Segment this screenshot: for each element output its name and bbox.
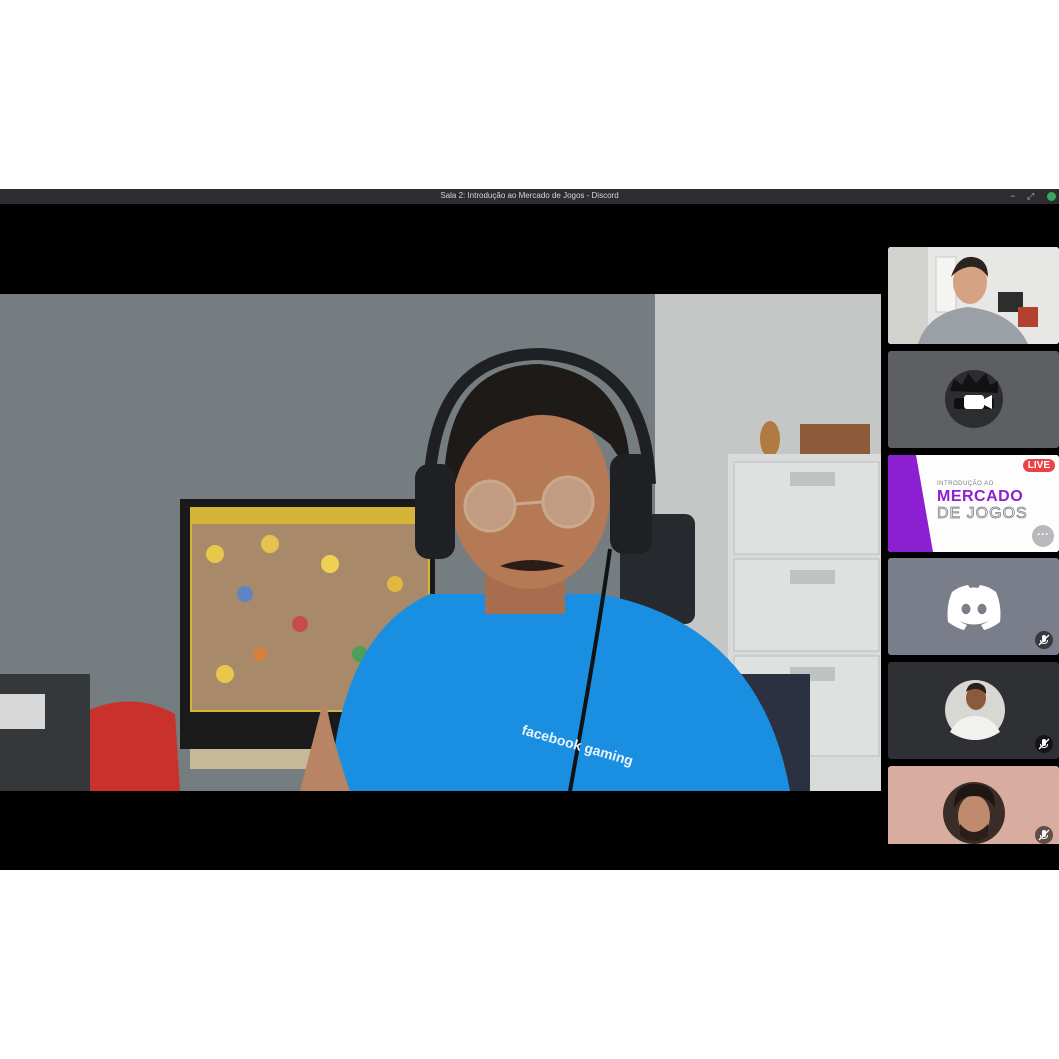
live-badge: LIVE	[1022, 459, 1055, 472]
muted-icon	[1035, 631, 1053, 649]
discord-window: Sala 2: Introdução ao Mercado de Jogos -…	[0, 189, 1059, 870]
presenter-video-frame	[0, 294, 881, 791]
banner-small-text: INTRODUÇÃO AO	[937, 481, 994, 487]
more-options-button[interactable]: ···	[1032, 525, 1054, 547]
participant-tile-2[interactable]	[888, 351, 1059, 448]
participant-video-frame	[888, 247, 1059, 344]
minimize-button[interactable]: −	[1010, 190, 1015, 202]
discord-logo-icon	[947, 585, 1001, 630]
title-bar: Sala 2: Introdução ao Mercado de Jogos -…	[0, 189, 1059, 204]
banner-title-line2: DE JOGOS	[937, 505, 1028, 523]
participant-tile-5[interactable]	[888, 662, 1059, 759]
main-video-stream[interactable]: facebook gaming	[0, 294, 881, 791]
window-title: Sala 2: Introdução ao Mercado de Jogos -…	[440, 191, 619, 200]
participant-tile-camera-1[interactable]	[888, 247, 1059, 344]
participant-tile-stream[interactable]: LIVE INTRODUÇÃO AO MERCADO DE JOGOS ···	[888, 455, 1059, 552]
glasses-avatar-icon	[945, 370, 1003, 428]
user-photo-icon	[945, 680, 1005, 740]
participant-tile-4[interactable]	[888, 558, 1059, 655]
user-photo-icon	[943, 782, 1005, 844]
muted-icon	[1035, 735, 1053, 753]
participant-tile-6[interactable]	[888, 766, 1059, 844]
close-button[interactable]	[1047, 192, 1056, 201]
banner-title-line1: MERCADO	[937, 488, 1024, 505]
maximize-button[interactable]: ⤢	[1027, 190, 1034, 202]
muted-icon	[1035, 826, 1053, 844]
